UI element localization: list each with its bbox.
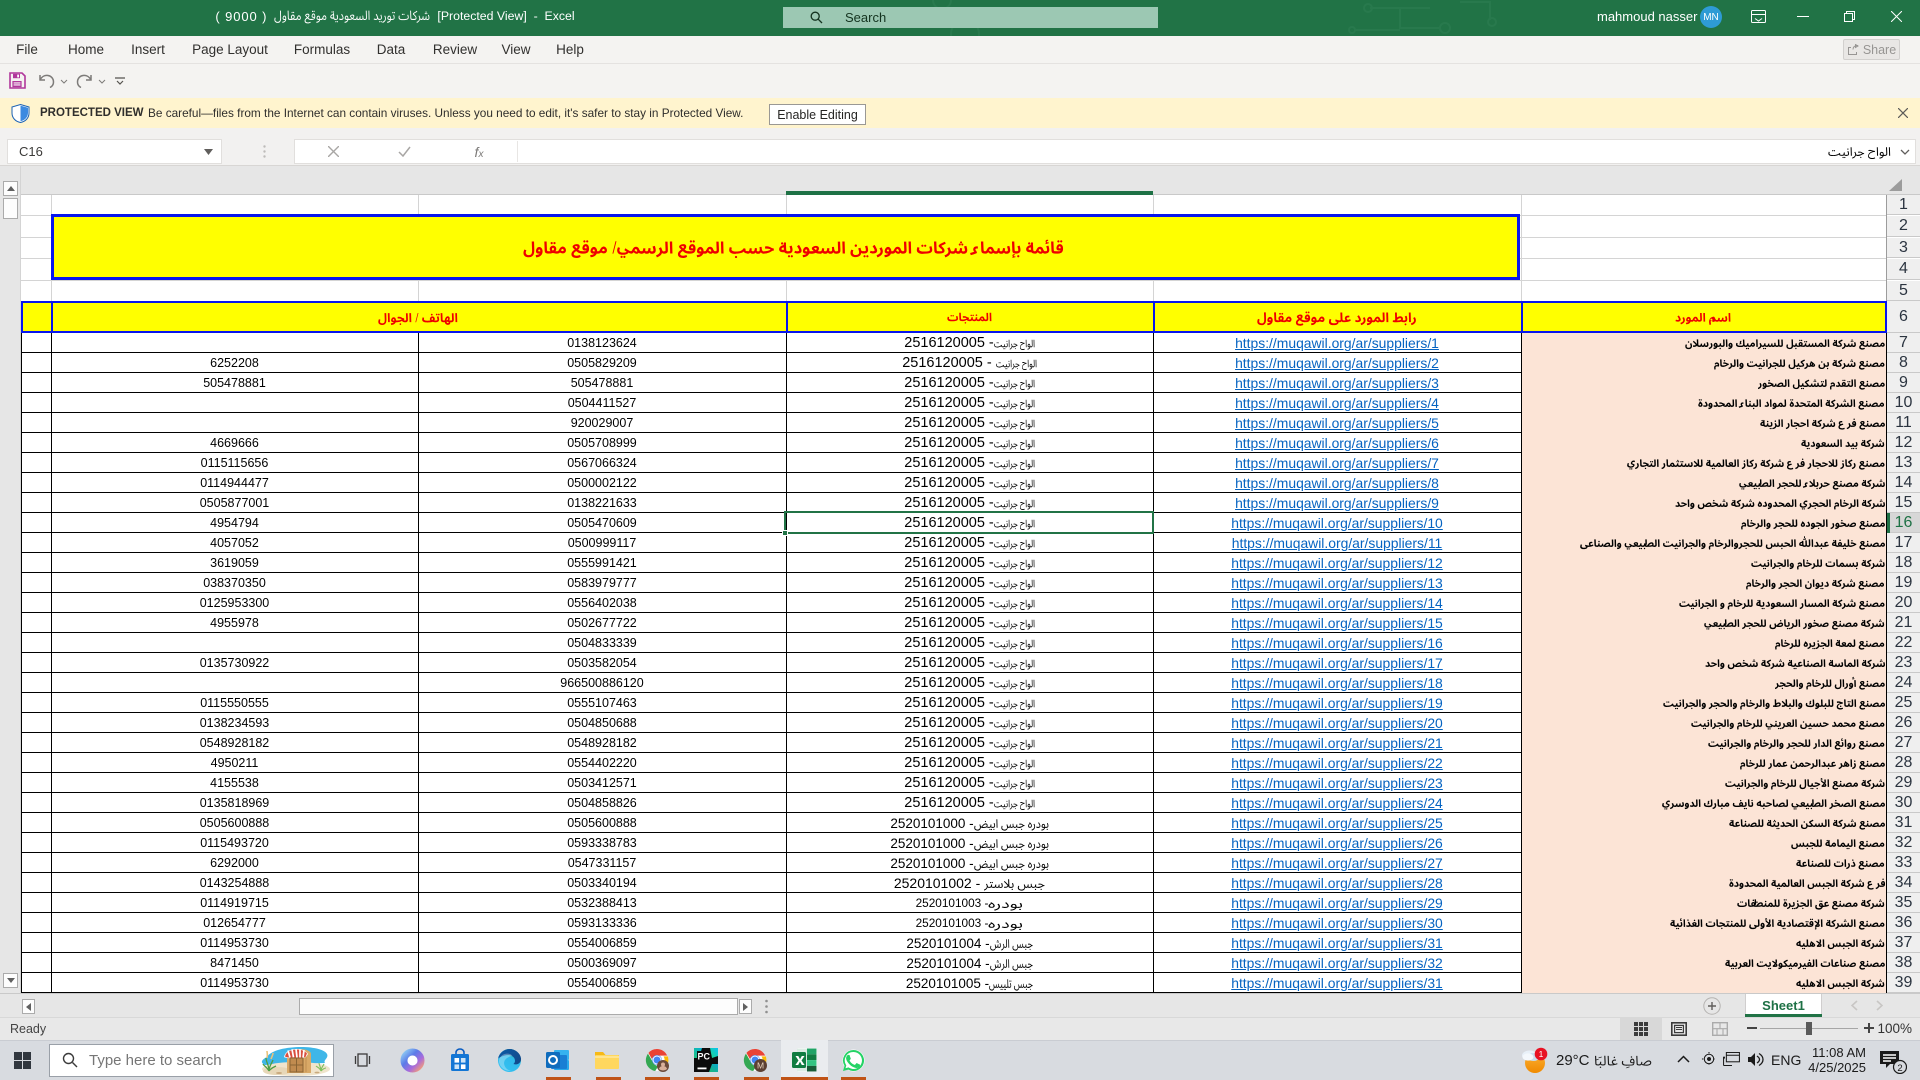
- svg-text:PC: PC: [698, 1052, 711, 1062]
- svg-text:1: 1: [1539, 1049, 1544, 1059]
- svg-text:2: 2: [1897, 1063, 1902, 1074]
- svg-text:M: M: [757, 1061, 764, 1071]
